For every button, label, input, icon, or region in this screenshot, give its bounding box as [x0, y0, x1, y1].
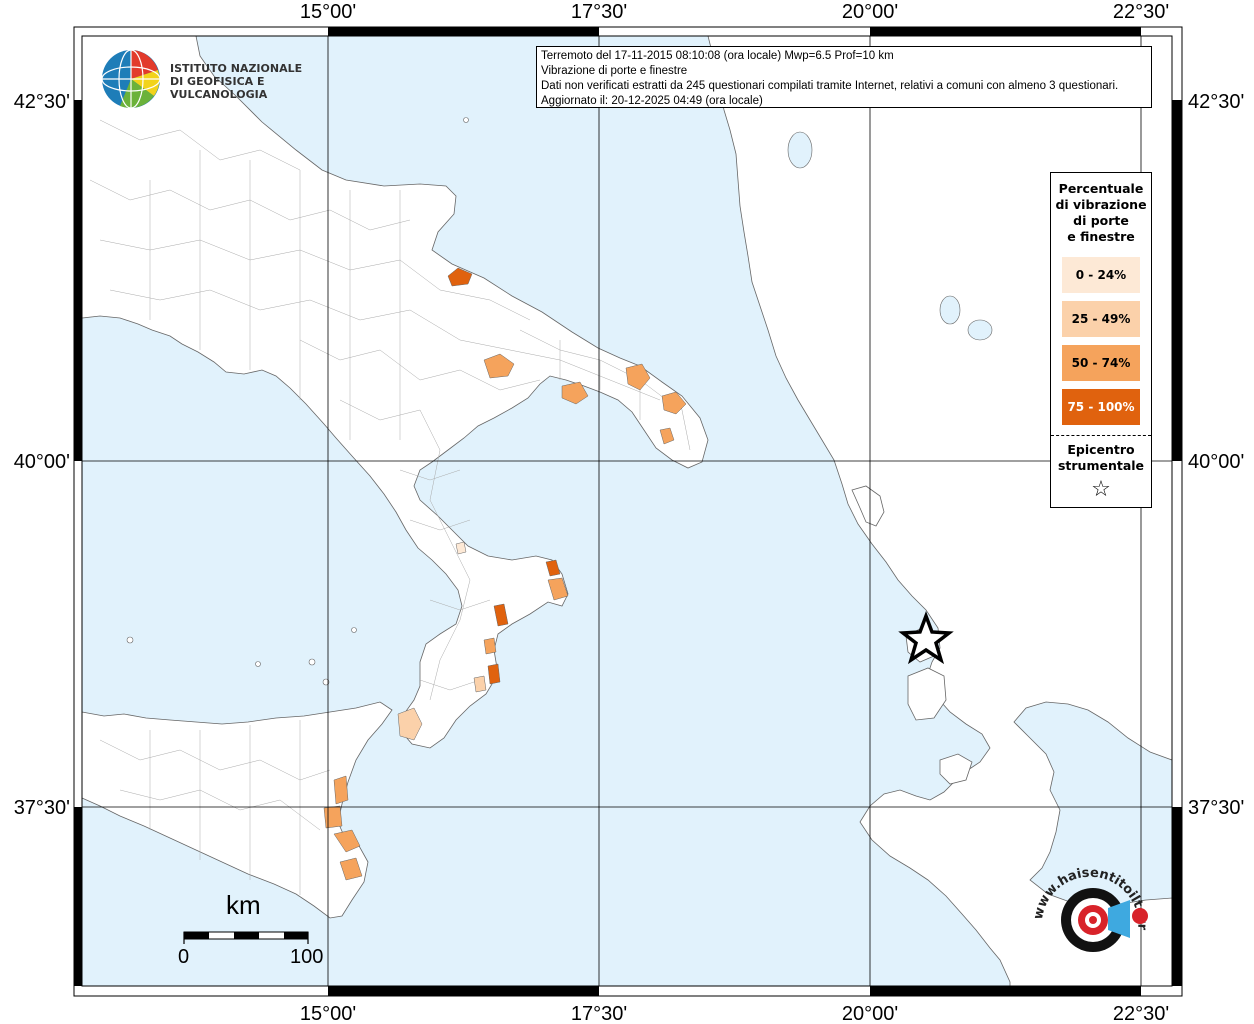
lat-label-left: 37°30' [14, 797, 70, 819]
haisentito-logo: www.haisentitoilterremoto.it [1021, 849, 1158, 972]
lon-label-top: 20°00' [842, 1, 898, 23]
updated-time: Aggiornato il: 20-12-2025 04:49 (ora loc… [541, 95, 763, 107]
legend-item-75-100: 75 - 100% [1062, 389, 1140, 425]
small-island [351, 627, 357, 633]
ingv-logo: ISTITUTO NAZIONALE DI GEOFISICA E VULCAN… [100, 46, 320, 112]
legend-title-line: Percentuale [1058, 181, 1144, 196]
lon-label-top: 17°30' [571, 1, 627, 23]
lat-label-left: 42°30' [14, 91, 70, 113]
ingv-globe-icon [101, 49, 161, 109]
legend-item-50-74: 50 - 74% [1062, 345, 1140, 381]
lon-label-top: 22°30' [1113, 1, 1169, 23]
small-island [308, 658, 316, 666]
legend: Percentuale di vibrazione di porte e fin… [1050, 172, 1152, 508]
haisentito-target-icon: www.haisentitoilterremoto.it [1021, 849, 1149, 952]
lake [967, 319, 993, 341]
scale-min: 0 [178, 946, 190, 968]
legend-title-line: di porte [1073, 213, 1129, 228]
legend-epicenter-line: strumentale [1057, 458, 1145, 473]
legend-title-line: e finestre [1067, 229, 1135, 244]
scale-unit: km [226, 890, 261, 920]
legend-separator [1051, 435, 1151, 436]
small-island [255, 661, 261, 667]
legend-item-0-24: 0 - 24% [1062, 257, 1140, 293]
legend-item-25-49: 25 - 49% [1062, 301, 1140, 337]
lat-label-right: 40°00' [1188, 451, 1244, 473]
data-note: Dati non verificati estratti da 245 ques… [541, 80, 1119, 92]
lat-label-right: 42°30' [1188, 91, 1244, 113]
lon-label-bottom: 22°30' [1113, 1003, 1169, 1024]
event-title: Terremoto del 17-11-2015 08:10:08 (ora l… [541, 50, 894, 62]
lon-label-bottom: 17°30' [571, 1003, 627, 1024]
lon-label-bottom: 15°00' [300, 1003, 356, 1024]
legend-epicenter-line: Epicentro [1067, 442, 1135, 457]
lake [787, 131, 813, 169]
small-island [126, 636, 134, 644]
legend-star-icon: ☆ [1091, 477, 1111, 502]
lon-label-bottom: 20°00' [842, 1003, 898, 1024]
lat-label-left: 40°00' [14, 451, 70, 473]
small-island [463, 117, 469, 123]
lat-label-right: 37°30' [1188, 797, 1244, 819]
lon-label-top: 15°00' [300, 1, 356, 23]
legend-title: Percentuale di vibrazione di porte e fin… [1051, 181, 1151, 245]
legend-title-line: di vibrazione [1055, 197, 1147, 212]
logo-line-2: DI GEOFISICA E VULCANOLOGIA [170, 75, 268, 101]
map-subject: Vibrazione di porte e finestre [541, 65, 688, 77]
lake [939, 295, 961, 325]
event-info-box: Terremoto del 17-11-2015 08:10:08 (ora l… [536, 46, 1152, 108]
legend-epicenter-label: Epicentro strumentale [1051, 442, 1151, 474]
logo-line-1: ISTITUTO NAZIONALE [170, 62, 303, 75]
scale-max: 100 [290, 946, 324, 968]
